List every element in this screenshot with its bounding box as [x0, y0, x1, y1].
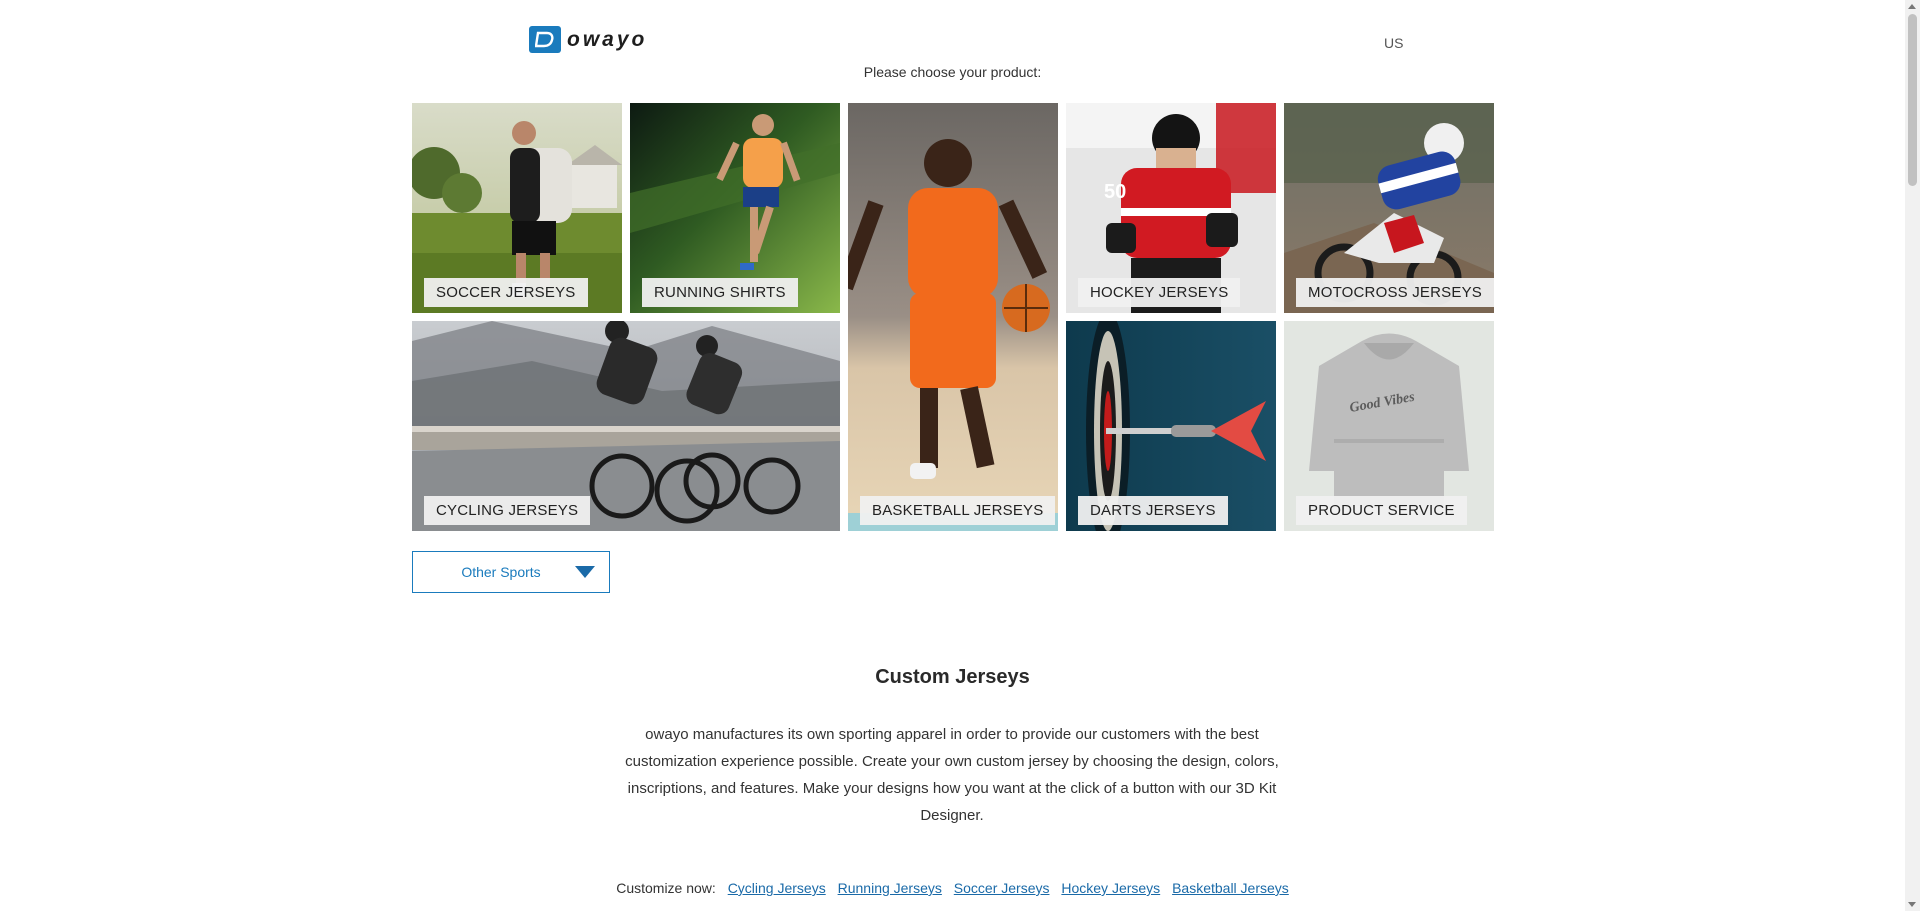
- customize-now-bar: Customize now: Cycling Jerseys Running J…: [0, 880, 1905, 896]
- link-cycling-jerseys[interactable]: Cycling Jerseys: [728, 880, 826, 896]
- logo-mark-icon: [529, 26, 561, 53]
- scroll-thumb[interactable]: [1908, 14, 1917, 186]
- tile-label: HOCKEY JERSEYS: [1078, 278, 1241, 307]
- page: owayo US Please choose your product: SOC…: [0, 0, 1920, 911]
- tile-darts-jerseys[interactable]: DARTS JERSEYS: [1066, 321, 1276, 531]
- customize-now-label: Customize now:: [616, 880, 716, 896]
- tile-label: SOCCER JERSEYS: [424, 278, 588, 307]
- link-hockey-jerseys[interactable]: Hockey Jerseys: [1061, 880, 1160, 896]
- svg-text:50: 50: [1104, 181, 1126, 203]
- tile-label: RUNNING SHIRTS: [642, 278, 798, 307]
- tile-basketball-jerseys[interactable]: BASKETBALL JERSEYS: [848, 103, 1058, 531]
- section-title: Custom Jerseys: [875, 666, 1030, 688]
- link-basketball-jerseys[interactable]: Basketball Jerseys: [1172, 880, 1289, 896]
- tile-running-shirts[interactable]: RUNNING SHIRTS: [630, 103, 840, 313]
- logo-wordmark: owayo: [567, 27, 648, 51]
- tile-product-service[interactable]: Good Vibes PRODUCT SERVICE: [1284, 321, 1494, 531]
- link-running-jerseys[interactable]: Running Jerseys: [838, 880, 942, 896]
- tile-hockey-jerseys[interactable]: 50 HOCKEY JERSEYS: [1066, 103, 1276, 313]
- tile-motocross-jerseys[interactable]: MOTOCROSS JERSEYS: [1284, 103, 1494, 313]
- other-sports-dropdown[interactable]: Other Sports: [412, 551, 610, 593]
- tile-label: PRODUCT SERVICE: [1296, 496, 1467, 525]
- tile-label: BASKETBALL JERSEYS: [860, 496, 1056, 525]
- scroll-down-icon[interactable]: [1908, 902, 1916, 907]
- region-selector[interactable]: US: [1384, 35, 1403, 51]
- scroll-up-icon[interactable]: [1908, 4, 1916, 9]
- caret-down-icon: [575, 566, 595, 578]
- owayo-logo[interactable]: owayo: [529, 26, 647, 53]
- vertical-scrollbar[interactable]: [1905, 0, 1920, 911]
- link-soccer-jerseys[interactable]: Soccer Jerseys: [954, 880, 1050, 896]
- tile-soccer-jerseys[interactable]: SOCCER JERSEYS: [412, 103, 622, 313]
- tile-label: MOTOCROSS JERSEYS: [1296, 278, 1494, 307]
- tile-label: DARTS JERSEYS: [1078, 496, 1228, 525]
- tile-label: CYCLING JERSEYS: [424, 496, 591, 525]
- other-sports-label: Other Sports: [461, 564, 541, 580]
- tile-cycling-jerseys[interactable]: CYCLING JERSEYS: [412, 321, 840, 531]
- basketball-image: [848, 103, 1058, 531]
- intro-paragraph: owayo manufactures its own sporting appa…: [625, 726, 1279, 824]
- choose-product-text: Please choose your product:: [863, 64, 1042, 80]
